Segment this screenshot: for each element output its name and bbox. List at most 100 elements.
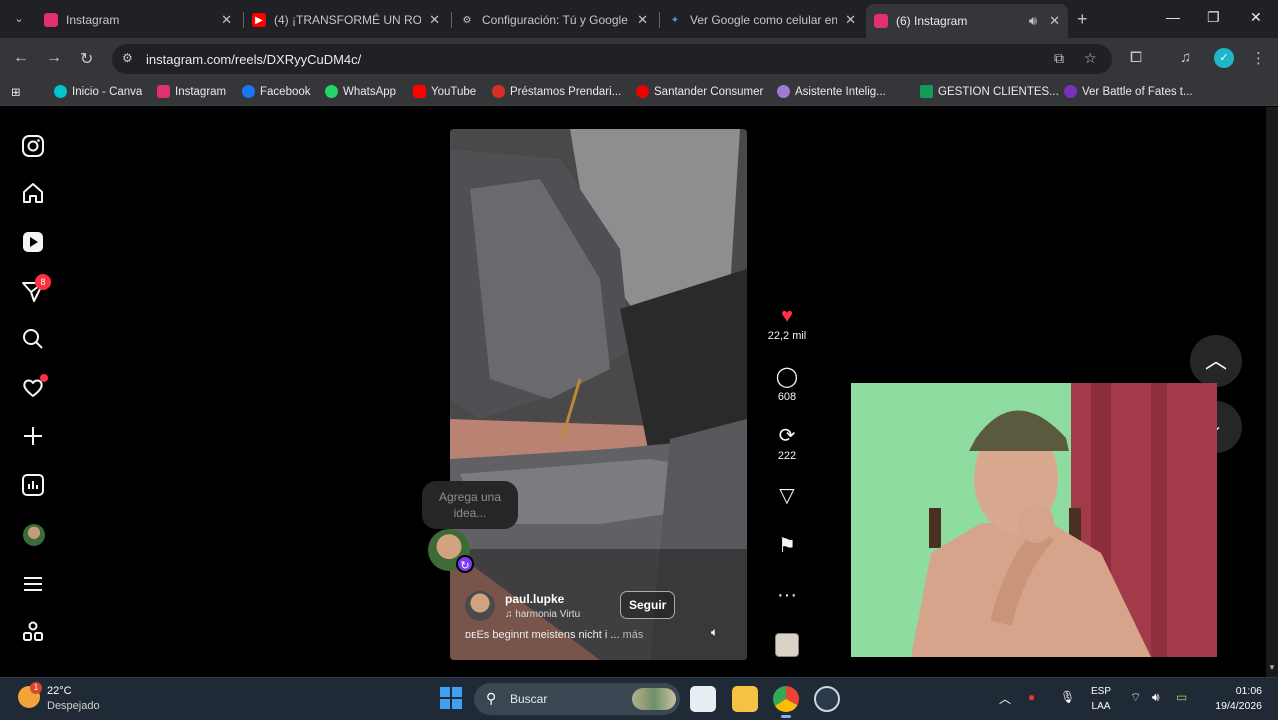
battery-icon[interactable]: ▭ [1176,690,1187,704]
close-window-button[interactable]: ✕ [1250,9,1262,26]
author-avatar[interactable] [465,591,495,621]
comment-action[interactable]: ◯ 608 [762,365,812,403]
speaker-icon[interactable]: 🔊︎ [1029,13,1037,29]
keyboard-layout: LAA [1091,701,1111,712]
forward-button[interactable]: → [46,49,62,67]
bookmark-instagram[interactable]: Instagram [157,85,226,98]
tab-google-mobile[interactable]: ✦ Ver Google como celular en ✕ [660,6,864,34]
bookmark-canva[interactable]: Inicio - Canva [54,85,142,98]
site-info-icon[interactable]: ⚙ [122,51,133,65]
scroll-down-arrow[interactable]: ▼ [1268,663,1276,672]
bookmark-label: Santander Consumer [654,85,764,98]
bookmark-gestion[interactable]: GESTION CLIENTES... [920,85,1059,98]
bookmark-battle[interactable]: Ver Battle of Fates t... [1064,85,1193,98]
bookmark-whatsapp[interactable]: WhatsApp [325,85,396,98]
bookmark-prestamos[interactable]: Préstamos Prendari... [492,85,621,98]
system-clock[interactable]: 01:06 19/4/2026 [1200,684,1262,714]
close-icon[interactable]: ✕ [429,12,440,28]
more-icon[interactable]: ··· [762,583,812,607]
install-app-icon[interactable]: ⧉ [1054,50,1064,67]
file-explorer-icon[interactable] [732,686,758,712]
maximize-button[interactable]: ❐ [1207,9,1220,26]
reel-video[interactable]: paul.lupke ♫ harmonia Virtu Seguir ᴅᴇEs … [450,129,747,660]
hamburger-menu-icon[interactable] [20,571,46,597]
bookmark-asistente[interactable]: Asistente Intelig... [777,85,886,98]
assistant-icon [777,85,790,98]
home-icon[interactable] [20,180,46,206]
audio-thumbnail[interactable] [775,633,799,657]
apps-grid-icon[interactable]: ⊞ [11,85,21,99]
author-username[interactable]: paul.lupke [505,592,580,606]
bookmark-icon[interactable]: ⚑ [762,534,812,558]
repost-icon[interactable]: ⟳ [762,424,812,448]
bookmark-label: Ver Battle of Fates t... [1082,85,1193,98]
tab-search-button[interactable]: ⌄ [8,8,30,30]
microphone-icon[interactable]: 🎙︎ [1060,690,1075,704]
obs-recorder-icon[interactable] [814,686,840,712]
close-icon[interactable]: ✕ [1049,13,1060,29]
profile-avatar[interactable]: ✓ [1214,48,1234,68]
save-action[interactable]: ⚑ [762,534,812,558]
weather-description[interactable]: Despejado [47,700,100,712]
create-plus-icon[interactable] [20,423,46,449]
bookmark-facebook[interactable]: Facebook [242,85,311,98]
search-highlight-image[interactable] [632,688,676,710]
close-icon[interactable]: ✕ [845,12,856,28]
close-icon[interactable]: ✕ [637,12,648,28]
tab-instagram-active[interactable]: (6) Instagram 🔊︎ ✕ [866,4,1068,38]
repost-action[interactable]: ⟳ 222 [762,424,812,462]
heart-filled-icon[interactable]: ♥ [762,304,812,328]
close-icon[interactable]: ✕ [221,12,232,28]
follow-button[interactable]: Seguir [620,591,676,619]
battle-icon [1064,85,1077,98]
minimize-button[interactable]: — [1166,9,1180,25]
search-icon[interactable] [20,326,46,352]
tray-expand-icon[interactable]: ︿ [999,690,1011,707]
volume-icon[interactable]: 🔈︎ [711,625,718,640]
bookmark-youtube[interactable]: YouTube [413,85,476,98]
taskbar-search[interactable]: ⚲ Buscar [474,683,680,715]
add-note-icon[interactable]: ↻ [456,555,474,573]
browser-toolbar: ← → ↻ ⚙ instagram.com/reels/DXRyyCuDM4c/… [0,38,1278,80]
reel-caption[interactable]: ᴅᴇEs beginnt meistens nicht i ... más [465,629,643,641]
bookmark-label: WhatsApp [343,85,397,98]
new-tab-button[interactable]: + [1077,9,1088,30]
threads-apps-icon[interactable] [20,619,46,645]
page-scrollbar[interactable] [1266,107,1278,677]
extensions-icon[interactable]: ⧠ [1130,49,1142,66]
dashboard-icon[interactable] [20,472,46,498]
store-app-icon[interactable] [690,686,716,712]
tab-youtube[interactable]: ▶ (4) ¡TRANSFORMÉ UN ROLE ✕ [244,6,448,34]
bookmark-star-icon[interactable]: ☆ [1084,50,1097,67]
weather-temperature[interactable]: 22°C [47,685,72,697]
instagram-logo-icon[interactable] [20,133,46,159]
windows-start-icon[interactable] [440,687,462,709]
language-indicator[interactable]: ESP LAA [1091,684,1111,714]
volume-icon[interactable]: 🔊︎ [1152,690,1160,705]
reload-button[interactable]: ↻ [80,49,93,69]
bookmark-santander[interactable]: Santander Consumer [636,85,763,98]
url-text[interactable]: instagram.com/reels/DXRyyCuDM4c/ [146,52,361,67]
caption-more-link[interactable]: más [623,629,644,641]
tray-app-icon[interactable]: ● [1028,690,1035,704]
tab-instagram[interactable]: Instagram ✕ [36,6,240,34]
reel-author[interactable]: paul.lupke ♫ harmonia Virtu [465,591,580,621]
more-options-action[interactable]: ··· [762,583,812,607]
like-action[interactable]: ♥ 22,2 mil [762,304,812,342]
reels-icon[interactable] [20,229,46,255]
media-control-icon[interactable]: ♫ [1180,49,1191,66]
share-icon[interactable]: ▽ [762,484,812,508]
tab-google-settings[interactable]: ⚙ Configuración: Tú y Google ✕ [452,6,656,34]
back-button[interactable]: ← [13,49,29,67]
add-idea-bubble[interactable]: Agrega una idea... [422,481,518,529]
music-label[interactable]: ♫ harmonia Virtu [505,609,580,620]
profile-avatar[interactable] [23,524,45,546]
menu-icon[interactable]: ⋮ [1251,49,1266,67]
wifi-icon[interactable]: ⌔ [1130,690,1141,705]
address-bar[interactable]: ⚙ instagram.com/reels/DXRyyCuDM4c/ ⧉ ☆ [112,44,1112,74]
chrome-icon[interactable] [773,686,799,718]
share-action[interactable]: ▽ [762,484,812,508]
comment-icon[interactable]: ◯ [762,365,812,389]
whatsapp-icon [325,85,338,98]
previous-reel-button[interactable]: ︿ [1190,335,1242,387]
